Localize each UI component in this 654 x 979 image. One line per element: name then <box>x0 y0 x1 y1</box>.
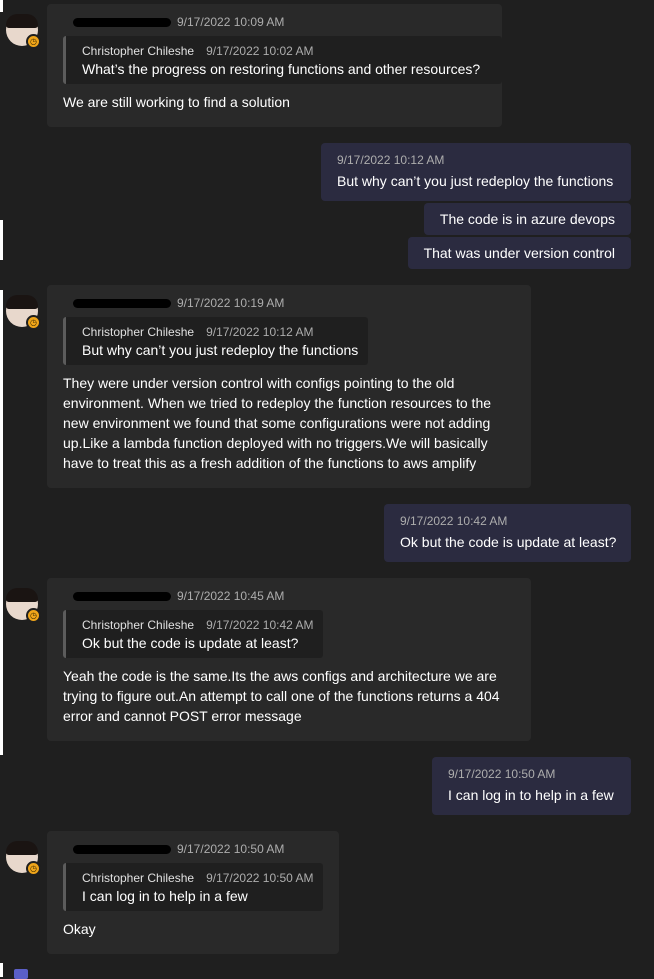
quote-meta: Christopher Chileshe 9/17/2022 10:50 AM <box>82 871 314 885</box>
message-body: We are still working to find a solution <box>63 94 290 110</box>
message-body: But why can’t you just redeploy the func… <box>337 173 614 189</box>
quoted-reply[interactable]: Christopher Chileshe 9/17/2022 10:02 AM W… <box>63 36 502 84</box>
message-body-line: up.Like a lambda function deployed with … <box>63 435 488 451</box>
quote-sender: Christopher Chileshe <box>82 871 195 885</box>
quote-meta: Christopher Chileshe 9/17/2022 10:42 AM <box>82 618 314 632</box>
message-body-line: They were under version control with con… <box>63 375 455 391</box>
avatar[interactable]: ◷ <box>6 295 41 330</box>
message-body: Yeah the code is the same.Its the aws co… <box>63 666 515 726</box>
quoted-reply[interactable]: Christopher Chileshe 9/17/2022 10:42 AM O… <box>63 610 323 658</box>
message-timestamp: 9/17/2022 10:50 AM <box>177 842 285 856</box>
message-timestamp: 9/17/2022 10:42 AM <box>400 514 508 528</box>
quote-sender: Christopher Chileshe <box>82 44 195 58</box>
message-timestamp: 9/17/2022 10:19 AM <box>177 296 285 310</box>
incoming-message[interactable]: 9/17/2022 10:19 AM Christopher Chileshe 9… <box>47 285 531 488</box>
message-timestamp: 9/17/2022 10:12 AM <box>337 153 445 167</box>
quoted-reply[interactable]: Christopher Chileshe 9/17/2022 10:12 AM B… <box>63 317 368 365</box>
outgoing-message[interactable]: That was under version control <box>407 237 631 269</box>
quote-sender: Christopher Chileshe <box>82 618 195 632</box>
avatar[interactable]: ◷ <box>6 14 41 49</box>
avatar[interactable]: ◷ <box>6 588 41 623</box>
avatar[interactable]: ◷ <box>6 841 41 876</box>
message-body: Okay <box>63 921 96 937</box>
outgoing-message[interactable]: 9/17/2022 10:42 AM Ok but the code is up… <box>384 504 631 562</box>
message-timestamp: 9/17/2022 10:09 AM <box>177 15 285 29</box>
message-meta: 9/17/2022 10:45 AM <box>63 588 515 604</box>
incoming-message[interactable]: 9/17/2022 10:50 AM Christopher Chileshe 9… <box>47 831 339 954</box>
message-body-line: have to treat this as a fresh addition o… <box>63 455 477 471</box>
quote-text: I can log in to help in a few <box>82 888 248 904</box>
message-body-line: trying to figure out.An attempt to call … <box>63 688 500 704</box>
app-icon <box>14 969 28 979</box>
message-meta: 9/17/2022 10:19 AM <box>63 295 515 311</box>
message-timestamp: 9/17/2022 10:50 AM <box>448 767 556 781</box>
message-meta: 9/17/2022 10:50 AM <box>63 841 323 857</box>
window-edge-strip <box>0 0 3 12</box>
message-body: Ok but the code is update at least? <box>400 534 617 550</box>
message-body-line: new environment we found that some confi… <box>63 415 491 431</box>
message-body: I can log in to help in a few <box>448 787 614 803</box>
quote-sender: Christopher Chileshe <box>82 325 195 339</box>
window-edge-strip <box>0 220 3 260</box>
window-edge-strip <box>0 963 3 977</box>
quote-meta: Christopher Chileshe 9/17/2022 10:12 AM <box>82 325 356 339</box>
message-body-line: environment. When we tried to redeploy t… <box>63 395 492 411</box>
redacted-sender-name <box>73 18 171 28</box>
window-edge-strip <box>0 290 3 755</box>
quote-text: But why can’t you just redeploy the func… <box>82 342 359 358</box>
message-timestamp: 9/17/2022 10:45 AM <box>177 589 285 603</box>
clock-icon: ◷ <box>26 34 41 49</box>
quote-text: Ok but the code is update at least? <box>82 635 299 651</box>
message-body-line: Yeah the code is the same.Its the aws co… <box>63 668 497 684</box>
redacted-sender-name <box>73 845 171 855</box>
message-meta: 9/17/2022 10:09 AM <box>63 14 486 30</box>
message-body-line: error and cannot POST error message <box>63 708 302 724</box>
quote-timestamp: 9/17/2022 10:12 AM <box>206 325 314 339</box>
clock-icon: ◷ <box>26 608 41 623</box>
quoted-reply[interactable]: Christopher Chileshe 9/17/2022 10:50 AM I… <box>63 863 323 911</box>
quote-text: What’s the progress on restoring functio… <box>82 61 481 77</box>
incoming-message[interactable]: 9/17/2022 10:09 AM Christopher Chileshe 9… <box>47 4 502 127</box>
redacted-sender-name <box>73 592 171 602</box>
quote-timestamp: 9/17/2022 10:02 AM <box>206 44 314 58</box>
quote-timestamp: 9/17/2022 10:50 AM <box>206 871 314 885</box>
outgoing-message[interactable]: The code is in azure devops <box>423 203 631 235</box>
outgoing-message[interactable]: 9/17/2022 10:12 AM But why can’t you jus… <box>321 143 631 201</box>
message-body: They were under version control with con… <box>63 373 515 473</box>
clock-icon: ◷ <box>26 861 41 876</box>
clock-icon: ◷ <box>26 315 41 330</box>
quote-meta: Christopher Chileshe 9/17/2022 10:02 AM <box>82 44 490 58</box>
redacted-sender-name <box>73 299 171 309</box>
outgoing-message[interactable]: 9/17/2022 10:50 AM I can log in to help … <box>432 757 631 815</box>
quote-timestamp: 9/17/2022 10:42 AM <box>206 618 314 632</box>
incoming-message[interactable]: 9/17/2022 10:45 AM Christopher Chileshe 9… <box>47 578 531 741</box>
